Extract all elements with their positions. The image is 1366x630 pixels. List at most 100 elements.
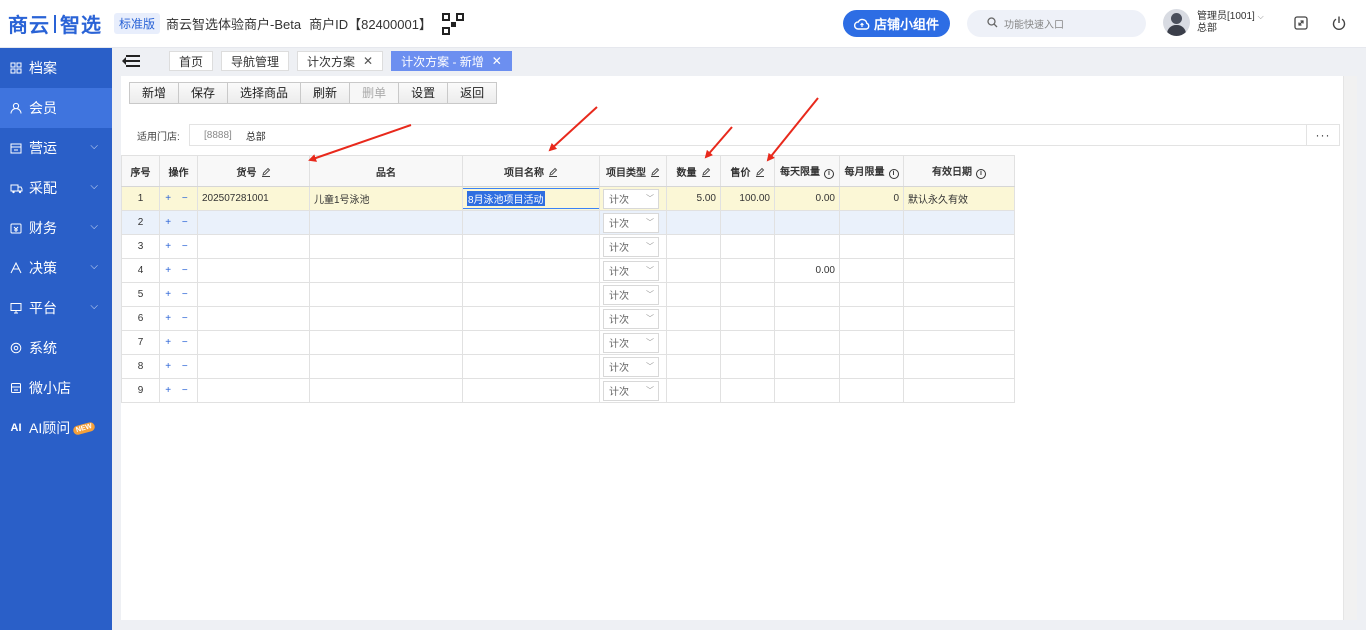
store-more-button[interactable]: ···	[1307, 124, 1340, 146]
cell-monthly-limit[interactable]	[839, 354, 904, 379]
cell-valid-date[interactable]	[903, 306, 1015, 331]
store-field[interactable]: [8888] 总部	[189, 124, 1307, 146]
cell-project[interactable]: 8月泳池项目活动	[462, 186, 600, 211]
cell-name[interactable]	[309, 234, 463, 259]
col-header-qty[interactable]: 数量	[666, 155, 721, 187]
cell-qty[interactable]	[666, 378, 721, 403]
cell-sku[interactable]	[197, 258, 310, 283]
delete-order-button[interactable]: 删单	[350, 83, 400, 103]
info-icon[interactable]: i	[888, 169, 899, 179]
vertical-scrollbar[interactable]	[1343, 76, 1357, 620]
cell-project[interactable]	[462, 306, 600, 331]
cell-name[interactable]: 儿童1号泳池	[309, 186, 463, 211]
sidebar-item-member[interactable]: 会员	[0, 88, 112, 128]
row-ops[interactable]: + −	[159, 306, 198, 331]
add-row-remove-row-buttons[interactable]: + −	[165, 241, 191, 252]
logo[interactable]: 商云 智选	[8, 0, 102, 48]
cell-daily-limit[interactable]: 0.00	[774, 258, 840, 283]
collapse-menu-icon[interactable]	[122, 54, 140, 68]
row-ops[interactable]: + −	[159, 378, 198, 403]
cell-sku[interactable]: 202507281001	[197, 186, 310, 211]
table-row[interactable]: 2 + − 计次 ﹀	[121, 210, 1343, 235]
cell-project[interactable]	[462, 282, 600, 307]
col-header-project[interactable]: 项目名称	[462, 155, 600, 187]
table-row[interactable]: 7 + − 计次 ﹀	[121, 330, 1343, 355]
sidebar-item-archive[interactable]: 档案	[0, 48, 112, 88]
project-type-select[interactable]: 计次 ﹀	[603, 332, 659, 353]
cell-qty[interactable]	[666, 354, 721, 379]
tab-navigation-management[interactable]: 导航管理	[221, 51, 290, 71]
cell-daily-limit[interactable]	[774, 306, 840, 331]
project-type-select[interactable]: 计次 ﹀	[603, 284, 659, 305]
add-row-remove-row-buttons[interactable]: + −	[165, 313, 191, 324]
cell-sku[interactable]	[197, 210, 310, 235]
cell-sku[interactable]	[197, 354, 310, 379]
cell-monthly-limit[interactable]	[839, 210, 904, 235]
cell-price[interactable]	[720, 210, 775, 235]
save-button[interactable]: 保存	[179, 83, 229, 103]
qr-code-icon[interactable]	[441, 12, 464, 35]
row-ops[interactable]: + −	[159, 282, 198, 307]
cell-price[interactable]	[720, 234, 775, 259]
row-ops[interactable]: + −	[159, 258, 198, 283]
cell-monthly-limit[interactable]	[839, 378, 904, 403]
tab-count-plan[interactable]: 计次方案 ✕	[297, 51, 384, 71]
row-ops[interactable]: + −	[159, 210, 198, 235]
settings-button[interactable]: 设置	[399, 83, 449, 103]
table-row[interactable]: 3 + − 计次 ﹀	[121, 234, 1343, 259]
refresh-button[interactable]: 刷新	[301, 83, 351, 103]
cell-valid-date[interactable]	[903, 378, 1015, 403]
cell-monthly-limit[interactable]: 0	[839, 186, 904, 211]
cell-type[interactable]: 计次 ﹀	[599, 354, 667, 379]
row-ops[interactable]: + −	[159, 354, 198, 379]
cell-qty[interactable]	[666, 282, 721, 307]
table-row[interactable]: 1 + − 202507281001 儿童1号泳池 8月泳池项目活动 计次 ﹀ 5.00 100…	[121, 186, 1343, 211]
cell-sku[interactable]	[197, 234, 310, 259]
cell-type[interactable]: 计次 ﹀	[599, 282, 667, 307]
cell-daily-limit[interactable]: 0.00	[774, 186, 840, 211]
col-header-monthly-limit[interactable]: 每月限量 i	[839, 155, 904, 187]
quick-function-search[interactable]: 功能快速入口	[967, 10, 1146, 37]
cell-monthly-limit[interactable]	[839, 282, 904, 307]
select-product-button[interactable]: 选择商品	[228, 83, 302, 103]
cell-name[interactable]	[309, 210, 463, 235]
cell-name[interactable]	[309, 354, 463, 379]
cell-qty[interactable]	[666, 234, 721, 259]
row-ops[interactable]: + −	[159, 186, 198, 211]
project-name-input[interactable]: 8月泳池项目活动	[463, 188, 599, 209]
cell-qty[interactable]	[666, 258, 721, 283]
cell-price[interactable]	[720, 306, 775, 331]
sidebar-item-finance[interactable]: 财务 ⌵	[0, 208, 112, 248]
sidebar-item-procurement[interactable]: 采配 ⌵	[0, 168, 112, 208]
table-row[interactable]: 6 + − 计次 ﹀	[121, 306, 1343, 331]
col-header-price[interactable]: 售价	[720, 155, 775, 187]
add-row-remove-row-buttons[interactable]: + −	[165, 217, 191, 228]
cell-daily-limit[interactable]	[774, 330, 840, 355]
cell-valid-date[interactable]	[903, 354, 1015, 379]
cell-valid-date[interactable]	[903, 234, 1015, 259]
add-row-remove-row-buttons[interactable]: + −	[165, 265, 191, 276]
store-widget-button[interactable]: 店铺小组件	[843, 10, 950, 37]
cell-price[interactable]	[720, 282, 775, 307]
info-icon[interactable]: i	[976, 169, 986, 179]
project-type-select[interactable]: 计次 ﹀	[603, 356, 659, 377]
project-type-select[interactable]: 计次 ﹀	[603, 212, 659, 233]
add-row-remove-row-buttons[interactable]: + −	[165, 337, 191, 348]
cell-daily-limit[interactable]	[774, 282, 840, 307]
cell-project[interactable]	[462, 354, 600, 379]
table-row[interactable]: 9 + − 计次 ﹀	[121, 378, 1343, 403]
cell-valid-date[interactable]	[903, 258, 1015, 283]
row-ops[interactable]: + −	[159, 234, 198, 259]
cell-sku[interactable]	[197, 306, 310, 331]
cell-type[interactable]: 计次 ﹀	[599, 234, 667, 259]
sidebar-item-platform[interactable]: 平台 ⌵	[0, 288, 112, 328]
cell-monthly-limit[interactable]	[839, 234, 904, 259]
close-icon[interactable]: ✕	[363, 54, 373, 68]
table-row[interactable]: 4 + − 计次 ﹀ 0.00	[121, 258, 1343, 283]
cell-name[interactable]	[309, 378, 463, 403]
col-header-type[interactable]: 项目类型	[599, 155, 667, 187]
add-row-remove-row-buttons[interactable]: + −	[165, 361, 191, 372]
sidebar-item-system[interactable]: 系统	[0, 328, 112, 368]
cell-monthly-limit[interactable]	[839, 330, 904, 355]
cell-price[interactable]	[720, 378, 775, 403]
